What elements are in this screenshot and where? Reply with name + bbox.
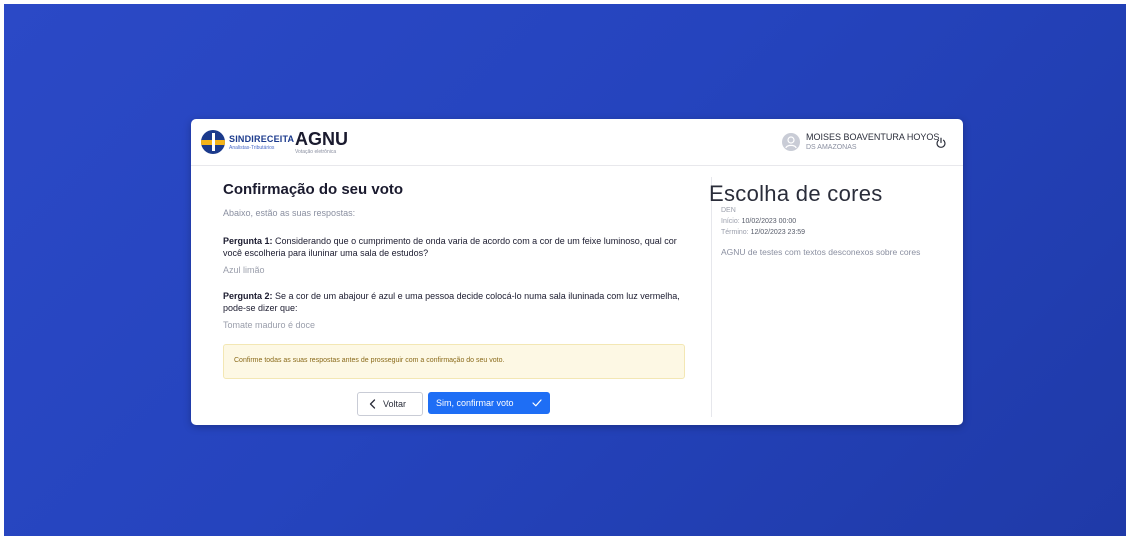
- question-1-text: Considerando que o cumprimento de onda v…: [223, 236, 677, 258]
- confirmation-intro: Abaixo, estão as suas respostas:: [223, 208, 356, 218]
- app-subtitle: Votação eletrônica: [295, 149, 337, 155]
- election-start-label: Início:: [721, 218, 740, 225]
- back-button[interactable]: Voltar: [357, 392, 423, 416]
- vote-confirmation-card: SINDIRECEITA Analistas-Tributários AGNU …: [191, 119, 963, 425]
- user-avatar-icon[interactable]: [782, 133, 800, 151]
- question-2-label: Pergunta 2:: [223, 291, 273, 301]
- warning-alert: Confirme todas as suas respostas antes d…: [223, 344, 685, 379]
- election-end-value: 12/02/2023 23:59: [750, 229, 806, 236]
- election-end: Término: 12/02/2023 23:59: [721, 229, 805, 236]
- column-divider: [711, 177, 712, 417]
- question-2-text: Se a cor de um abajour é azul e uma pess…: [223, 291, 680, 313]
- election-start: Início: 10/02/2023 00:00: [721, 218, 796, 225]
- header: SINDIRECEITA Analistas-Tributários AGNU …: [191, 119, 963, 166]
- question-1: Pergunta 1: Considerando que o cumprimen…: [223, 235, 688, 259]
- user-name: MOISES BOAVENTURA HOYOS: [806, 132, 940, 142]
- election-end-label: Término:: [721, 229, 749, 236]
- chevron-left-icon: [369, 399, 376, 409]
- user-org: DS AMAZONAS: [806, 144, 857, 151]
- answer-1: Azul limão: [223, 265, 265, 275]
- confirmation-title: Confirmação do seu voto: [223, 181, 404, 198]
- warning-alert-text: Confirme todas as suas respostas antes d…: [234, 357, 505, 364]
- election-title: Escolha de cores: [709, 181, 883, 206]
- election-code: DEN: [721, 207, 736, 214]
- sindireceita-logo: [201, 130, 225, 154]
- question-1-label: Pergunta 1:: [223, 236, 273, 246]
- confirm-vote-label: Sim, confirmar voto: [436, 398, 514, 408]
- brand-name: SINDIRECEITA: [229, 134, 295, 144]
- back-button-label: Voltar: [383, 399, 407, 409]
- confirm-vote-button[interactable]: Sim, confirmar voto: [428, 392, 550, 414]
- power-icon[interactable]: [935, 136, 947, 148]
- app-name: AGNU: [295, 129, 348, 149]
- question-2: Pergunta 2: Se a cor de um abajour é azu…: [223, 290, 688, 314]
- election-description: AGNU de testes com textos desconexos sob…: [721, 247, 921, 257]
- answer-2: Tomate maduro é doce: [223, 320, 316, 330]
- brand-subtitle: Analistas-Tributários: [229, 145, 275, 151]
- check-icon: [532, 399, 542, 407]
- election-start-value: 10/02/2023 00:00: [741, 218, 797, 225]
